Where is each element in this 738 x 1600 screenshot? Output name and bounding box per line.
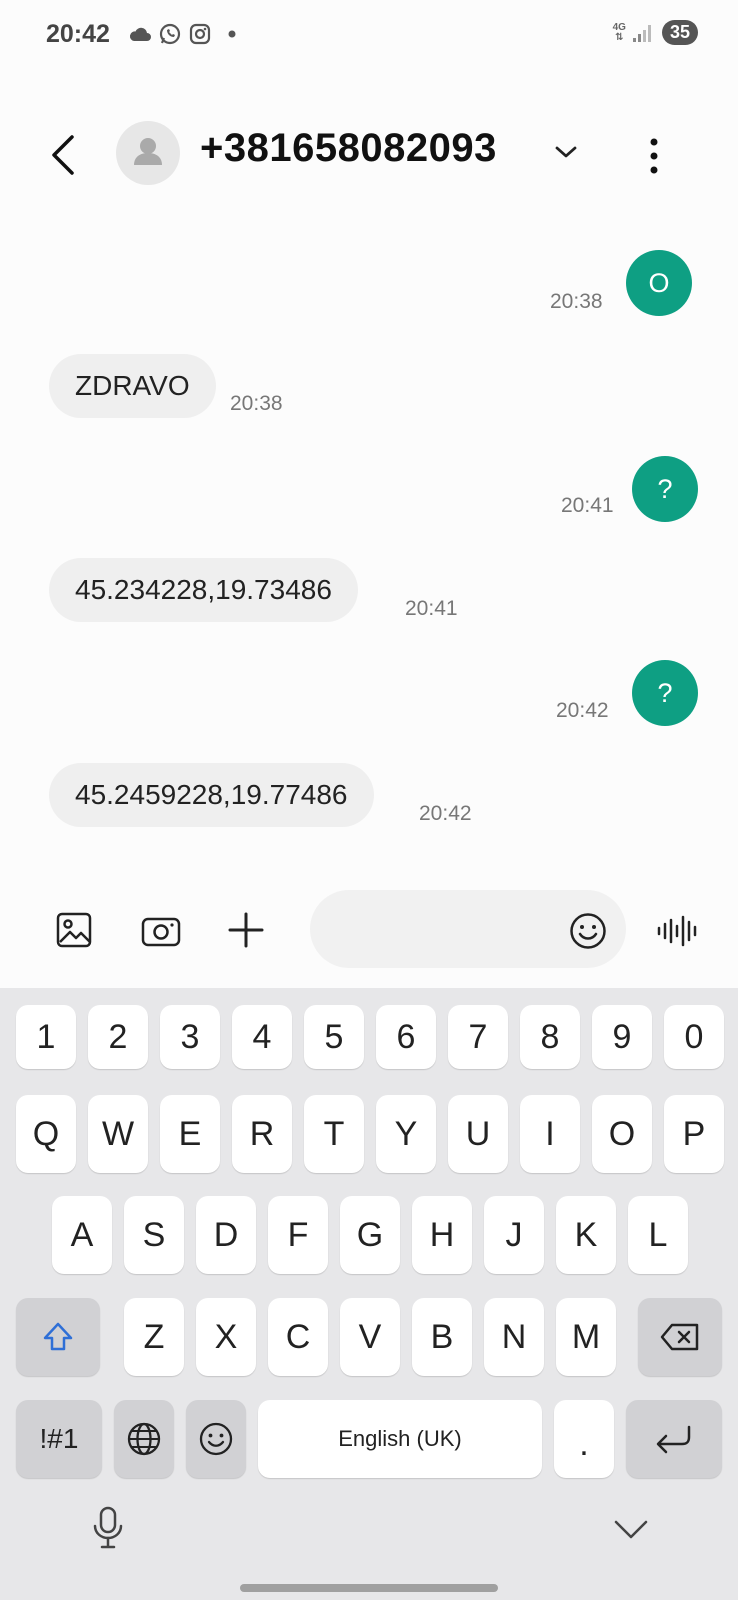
key-z[interactable]: Z (124, 1298, 184, 1376)
key-b[interactable]: B (412, 1298, 472, 1376)
enter-icon (656, 1425, 691, 1454)
outgoing-message-bubble[interactable]: O (626, 250, 692, 316)
emoji-icon (199, 1422, 233, 1456)
key-n[interactable]: N (484, 1298, 544, 1376)
key-4[interactable]: 4 (232, 1005, 292, 1069)
message-timestamp: 20:42 (419, 802, 472, 825)
key-a[interactable]: A (52, 1196, 112, 1274)
person-icon (134, 138, 162, 165)
key-q[interactable]: Q (16, 1095, 76, 1173)
contact-number[interactable]: +381658082093 (200, 126, 497, 171)
key-g[interactable]: G (340, 1196, 400, 1274)
message-timestamp: 20:41 (561, 494, 614, 517)
keyboard: 1 2 3 4 5 6 7 8 9 0 Q W E R T Y U I O P … (0, 988, 738, 1600)
whatsapp-icon (159, 23, 181, 45)
period-key[interactable]: . (554, 1400, 614, 1478)
instagram-icon (189, 23, 211, 45)
key-5[interactable]: 5 (304, 1005, 364, 1069)
space-key[interactable]: English (UK) (258, 1400, 542, 1478)
message-timestamp: 20:41 (405, 597, 458, 620)
backspace-key[interactable] (638, 1298, 722, 1376)
key-9[interactable]: 9 (592, 1005, 652, 1069)
message-timestamp: 20:38 (230, 392, 283, 415)
shift-key[interactable] (16, 1298, 100, 1376)
key-o[interactable]: O (592, 1095, 652, 1173)
message-timestamp: 20:42 (556, 699, 609, 722)
notification-icons (128, 22, 242, 46)
symbols-key[interactable]: !#1 (16, 1400, 102, 1478)
emoji-icon[interactable] (569, 912, 607, 950)
key-w[interactable]: W (88, 1095, 148, 1173)
outgoing-message-bubble[interactable]: ? (632, 456, 698, 522)
chevron-down-icon[interactable] (554, 144, 578, 160)
voice-waveform-icon[interactable] (656, 914, 700, 948)
key-d[interactable]: D (196, 1196, 256, 1274)
network-label: 4G (612, 21, 626, 33)
key-e[interactable]: E (160, 1095, 220, 1173)
message-timestamp: 20:38 (550, 290, 603, 313)
key-7[interactable]: 7 (448, 1005, 508, 1069)
key-f[interactable]: F (268, 1196, 328, 1274)
key-i[interactable]: I (520, 1095, 580, 1173)
key-l[interactable]: L (628, 1196, 688, 1274)
dot-icon (228, 30, 236, 38)
hide-keyboard-icon[interactable] (613, 1518, 649, 1542)
key-0[interactable]: 0 (664, 1005, 724, 1069)
incoming-message-bubble[interactable]: 45.234228,19.73486 (49, 558, 358, 622)
contact-avatar[interactable] (116, 121, 180, 185)
key-r[interactable]: R (232, 1095, 292, 1173)
key-y[interactable]: Y (376, 1095, 436, 1173)
status-right: 4G ⇅ 35 (613, 20, 698, 45)
key-p[interactable]: P (664, 1095, 724, 1173)
key-h[interactable]: H (412, 1196, 472, 1274)
key-3[interactable]: 3 (160, 1005, 220, 1069)
status-time: 20:42 (46, 20, 110, 48)
network-indicator: 4G ⇅ (612, 21, 652, 43)
shift-icon (43, 1322, 73, 1351)
emoji-key[interactable] (186, 1400, 246, 1478)
key-j[interactable]: J (484, 1196, 544, 1274)
incoming-message-bubble[interactable]: ZDRAVO (49, 354, 216, 418)
enter-key[interactable] (626, 1400, 722, 1478)
backspace-icon (660, 1323, 699, 1351)
cloud-icon (129, 27, 151, 41)
signal-icon (632, 24, 651, 42)
key-8[interactable]: 8 (520, 1005, 580, 1069)
key-2[interactable]: 2 (88, 1005, 148, 1069)
key-c[interactable]: C (268, 1298, 328, 1376)
key-1[interactable]: 1 (16, 1005, 76, 1069)
camera-icon[interactable] (141, 913, 181, 947)
gallery-icon[interactable] (56, 912, 92, 948)
key-m[interactable]: M (556, 1298, 616, 1376)
language-key[interactable] (114, 1400, 174, 1478)
key-x[interactable]: X (196, 1298, 256, 1376)
incoming-message-bubble[interactable]: 45.2459228,19.77486 (49, 763, 374, 827)
globe-icon (127, 1422, 161, 1456)
more-options-icon[interactable] (648, 136, 660, 176)
key-6[interactable]: 6 (376, 1005, 436, 1069)
key-v[interactable]: V (340, 1298, 400, 1376)
key-u[interactable]: U (448, 1095, 508, 1173)
back-arrow-icon[interactable] (50, 134, 76, 176)
microphone-icon[interactable] (92, 1506, 124, 1550)
key-s[interactable]: S (124, 1196, 184, 1274)
key-t[interactable]: T (304, 1095, 364, 1173)
home-gesture-bar[interactable] (240, 1584, 498, 1592)
key-k[interactable]: K (556, 1196, 616, 1274)
add-attachment-icon[interactable] (228, 912, 264, 948)
outgoing-message-bubble[interactable]: ? (632, 660, 698, 726)
battery-indicator: 35 (661, 20, 698, 45)
